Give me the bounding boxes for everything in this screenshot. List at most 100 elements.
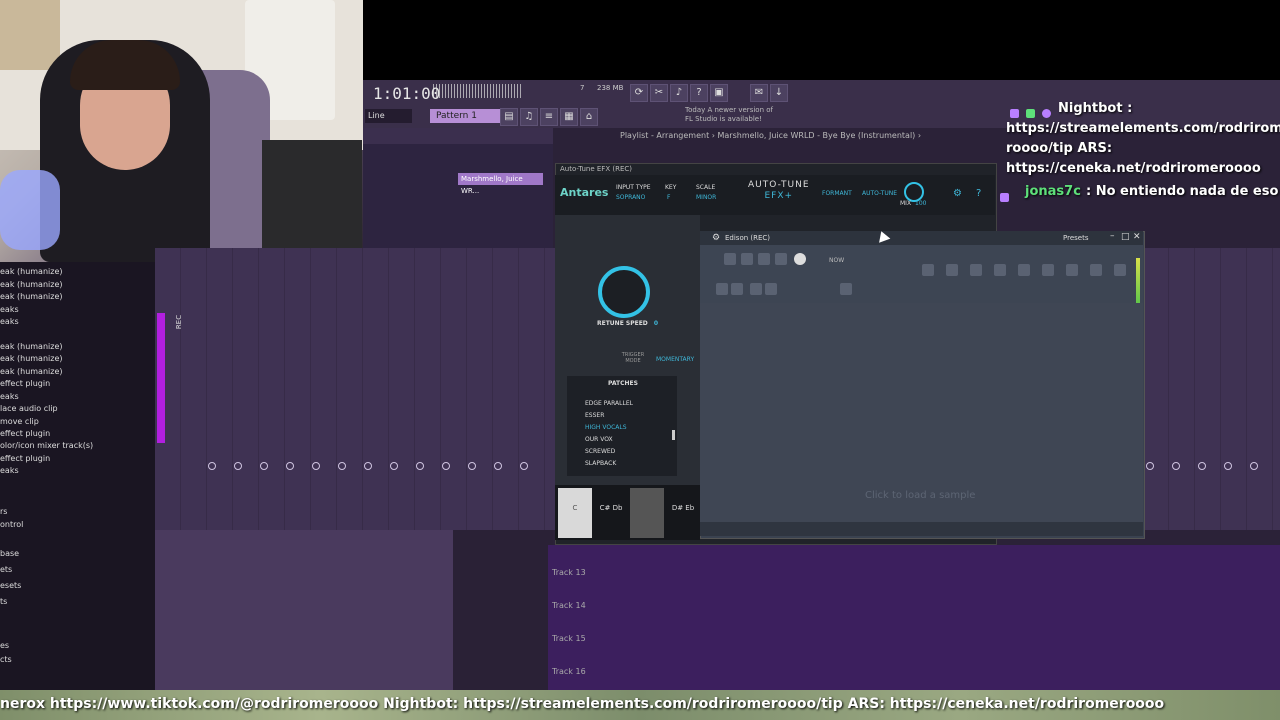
fade-icon[interactable] bbox=[970, 264, 982, 276]
scale-select[interactable]: MINOR bbox=[696, 194, 716, 201]
browser-item[interactable]: eak (humanize) bbox=[0, 367, 63, 376]
patch-item[interactable]: ESSER bbox=[585, 412, 604, 419]
normalize-icon[interactable] bbox=[946, 264, 958, 276]
browser-item[interactable]: eak (humanize) bbox=[0, 354, 63, 363]
cut-icon[interactable] bbox=[750, 283, 762, 295]
pan-knob[interactable] bbox=[208, 462, 216, 470]
pan-knob[interactable] bbox=[364, 462, 372, 470]
browser-item[interactable]: eak (humanize) bbox=[0, 292, 63, 301]
download-icon[interactable]: ↓ bbox=[770, 84, 788, 102]
noise-icon[interactable] bbox=[1066, 264, 1078, 276]
record-now-select[interactable]: NOW bbox=[829, 257, 844, 264]
chat-icon[interactable]: ✉ bbox=[750, 84, 768, 102]
browser-item[interactable]: eaks bbox=[0, 466, 19, 475]
pan-knob[interactable] bbox=[442, 462, 450, 470]
zoom-icon[interactable] bbox=[840, 283, 852, 295]
save-icon[interactable]: ▣ bbox=[710, 84, 728, 102]
retune-speed-knob[interactable] bbox=[598, 266, 650, 318]
master-insert[interactable] bbox=[157, 313, 165, 443]
trim-icon[interactable] bbox=[922, 264, 934, 276]
browser-item[interactable]: eaks bbox=[0, 305, 19, 314]
mixer-inserts-left[interactable] bbox=[155, 248, 555, 530]
browser-item[interactable]: eak (humanize) bbox=[0, 267, 63, 276]
help-icon[interactable]: ? bbox=[690, 84, 708, 102]
browser-item[interactable]: olor/icon mixer track(s) bbox=[0, 441, 93, 450]
pan-knob[interactable] bbox=[1224, 462, 1232, 470]
mic-icon[interactable]: ♪ bbox=[670, 84, 688, 102]
stop-icon[interactable] bbox=[775, 253, 787, 265]
browser-item[interactable]: eak (humanize) bbox=[0, 280, 63, 289]
plugin-icon[interactable]: ⌂ bbox=[580, 108, 598, 126]
channel-rack-icon[interactable]: ▦ bbox=[560, 108, 578, 126]
patch-item[interactable]: SCREWED bbox=[585, 448, 615, 455]
pan-knob[interactable] bbox=[390, 462, 398, 470]
gear-icon[interactable]: ⚙ bbox=[712, 233, 720, 243]
key-d-sharp[interactable]: D# Eb bbox=[666, 488, 700, 538]
pan-knob[interactable] bbox=[468, 462, 476, 470]
browser-item[interactable]: base bbox=[0, 549, 19, 558]
browser-item[interactable]: rs bbox=[0, 507, 7, 516]
pan-knob[interactable] bbox=[260, 462, 268, 470]
presets-menu[interactable]: Presets bbox=[1063, 234, 1088, 242]
patch-item[interactable]: EDGE PARALLEL bbox=[585, 400, 633, 407]
maximize-icon[interactable]: □ bbox=[1121, 232, 1130, 242]
copy-icon[interactable] bbox=[731, 283, 743, 295]
play-icon[interactable] bbox=[741, 253, 753, 265]
close-icon[interactable]: ✕ bbox=[1133, 232, 1141, 242]
formant-button[interactable]: FORMANT bbox=[822, 190, 852, 197]
browser-item[interactable]: lace audio clip bbox=[0, 404, 58, 413]
autotune-button[interactable]: AUTO-TUNE bbox=[862, 190, 897, 197]
snap-select[interactable]: Line bbox=[365, 109, 412, 123]
piano-roll-icon[interactable]: ♫ bbox=[520, 108, 538, 126]
track-label[interactable]: Track 15 bbox=[552, 634, 586, 643]
track-label[interactable]: Track 13 bbox=[552, 568, 586, 577]
reverse-icon[interactable] bbox=[994, 264, 1006, 276]
convert-icon[interactable] bbox=[1090, 264, 1102, 276]
mix-knob[interactable] bbox=[904, 182, 924, 202]
pan-knob[interactable] bbox=[520, 462, 528, 470]
channel-button[interactable]: Marshmello, Juice WR... bbox=[458, 173, 543, 195]
browser-item[interactable]: ontrol bbox=[0, 520, 23, 529]
load-sample-hint[interactable]: Click to load a sample bbox=[865, 490, 975, 501]
patches-scrollbar[interactable] bbox=[672, 430, 675, 440]
browser-item[interactable]: effect plugin bbox=[0, 379, 50, 388]
pattern-select[interactable]: Pattern 1 bbox=[430, 109, 502, 123]
save-icon[interactable] bbox=[716, 283, 728, 295]
input-type-select[interactable]: SOPRANO bbox=[616, 194, 645, 201]
browser-item[interactable]: eaks bbox=[0, 392, 19, 401]
browser-item[interactable]: ets bbox=[0, 565, 12, 574]
pan-knob[interactable] bbox=[416, 462, 424, 470]
trigger-mode-select[interactable]: MOMENTARY bbox=[656, 356, 694, 363]
cut-icon[interactable]: ✂ bbox=[650, 84, 668, 102]
browser-item[interactable]: eak (humanize) bbox=[0, 342, 63, 351]
record-icon[interactable] bbox=[794, 253, 806, 265]
pan-knob[interactable] bbox=[1198, 462, 1206, 470]
key-c[interactable]: C bbox=[558, 488, 592, 538]
key-d[interactable] bbox=[630, 488, 664, 538]
playlist-tracks[interactable] bbox=[548, 545, 1280, 690]
key-select[interactable]: F bbox=[667, 194, 670, 201]
pitch-icon[interactable] bbox=[1018, 264, 1030, 276]
eq-icon[interactable] bbox=[1042, 264, 1054, 276]
browser-item[interactable]: esets bbox=[0, 581, 21, 590]
pan-knob[interactable] bbox=[312, 462, 320, 470]
metronome-icon[interactable]: ⟳ bbox=[630, 84, 648, 102]
settings-icon[interactable]: ⚙ bbox=[953, 188, 962, 199]
blur-icon[interactable] bbox=[1114, 264, 1126, 276]
pan-knob[interactable] bbox=[286, 462, 294, 470]
browser-item[interactable]: move clip bbox=[0, 417, 39, 426]
playlist-icon[interactable]: ▤ bbox=[500, 108, 518, 126]
update-notice[interactable]: Today A newer version of FL Studio is av… bbox=[685, 106, 773, 124]
pan-knob[interactable] bbox=[338, 462, 346, 470]
track-label[interactable]: Track 16 bbox=[552, 667, 586, 676]
patch-item[interactable]: OUR VOX bbox=[585, 436, 613, 443]
mixer-icon[interactable]: ≡ bbox=[540, 108, 558, 126]
record-mode-icon[interactable] bbox=[758, 253, 770, 265]
browser-item[interactable]: es bbox=[0, 641, 9, 650]
pan-knob[interactable] bbox=[1172, 462, 1180, 470]
pan-knob[interactable] bbox=[494, 462, 502, 470]
browser-item[interactable]: ts bbox=[0, 597, 7, 606]
browser-item[interactable]: eaks bbox=[0, 317, 19, 326]
patch-item-selected[interactable]: HIGH VOCALS bbox=[585, 424, 627, 431]
help-icon[interactable]: ? bbox=[976, 188, 981, 199]
